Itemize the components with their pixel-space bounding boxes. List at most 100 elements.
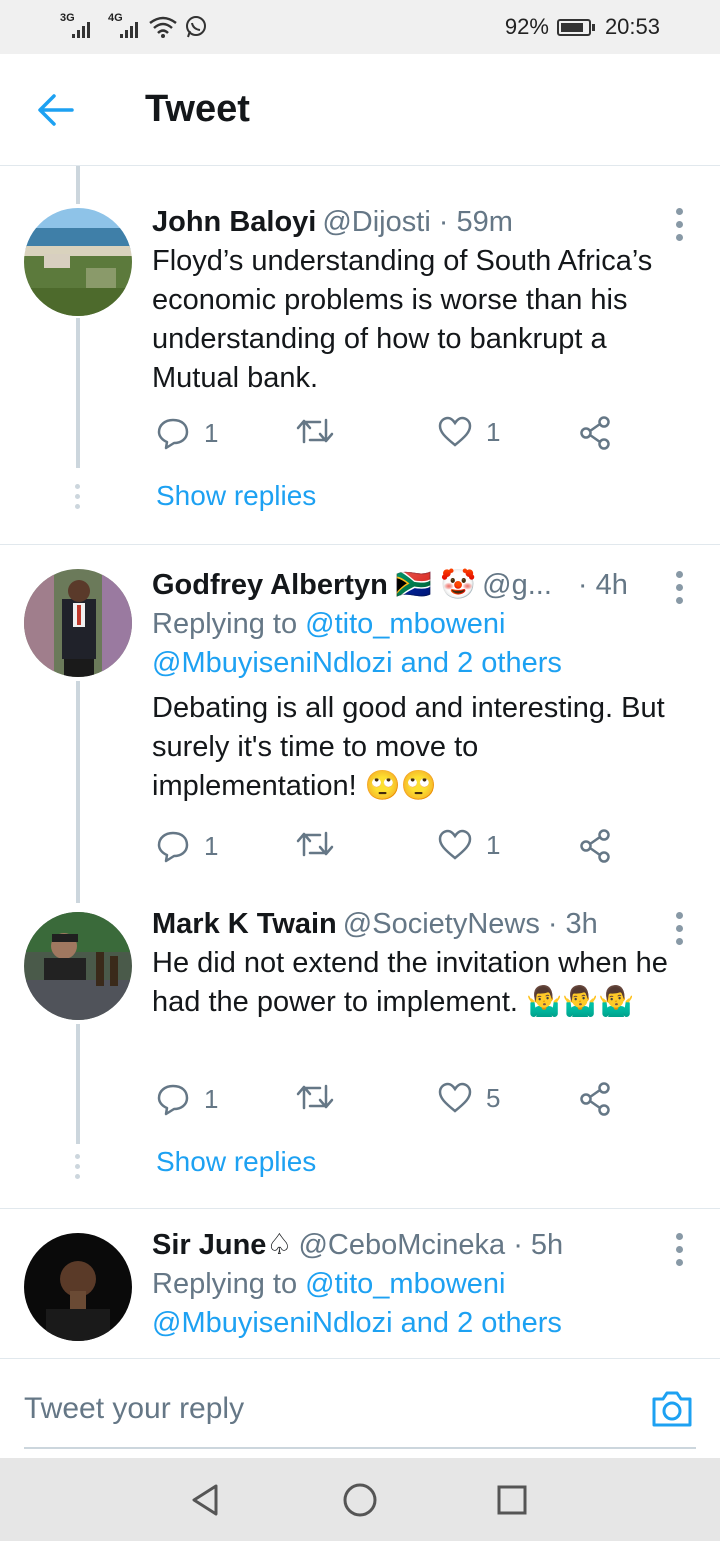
author-handle[interactable]: @CeboMcineka	[298, 1225, 505, 1265]
author-handle[interactable]: @SocietyNews	[343, 904, 540, 944]
replying-to-label: Replying to	[152, 1268, 298, 1300]
tweet-content: Godfrey Albertyn 🇿🇦 🤡 @g... · 4h Replyin…	[152, 565, 690, 806]
thread-dots	[75, 484, 81, 509]
share-button[interactable]	[578, 416, 612, 450]
tweet-time: · 3h	[547, 908, 598, 940]
tweet-card[interactable]: Sir June♤ @CeboMcineka · 5h Replying to …	[0, 1209, 720, 1357]
retweet-button[interactable]	[296, 829, 334, 859]
like-button[interactable]: 1	[438, 416, 500, 448]
more-options-icon[interactable]	[676, 1233, 684, 1266]
reply-count: 1	[204, 1083, 219, 1114]
show-replies-link[interactable]: Show replies	[156, 1146, 316, 1178]
thread-dots	[75, 1154, 81, 1179]
tweet-content: Mark K Twain @SocietyNews · 3h He did no…	[152, 904, 690, 1022]
thread-line	[76, 681, 80, 903]
recents-square-icon[interactable]	[492, 1480, 532, 1520]
replying-to: Replying to @tito_mboweni @MbuyiseniNdlo…	[152, 605, 690, 683]
heart-icon	[438, 1082, 472, 1113]
tweet-meta: Sir June♤ @CeboMcineka · 5h	[152, 1225, 690, 1265]
avatar[interactable]	[24, 208, 132, 316]
tweet-time: · 5h	[513, 1229, 564, 1261]
heart-icon	[438, 829, 472, 860]
reply-icon	[157, 831, 189, 863]
whatsapp-icon	[186, 16, 206, 38]
avatar[interactable]	[24, 1233, 132, 1341]
clock: 20:53	[604, 14, 660, 39]
retweet-button[interactable]	[296, 1082, 334, 1112]
tweet-card[interactable]: Godfrey Albertyn 🇿🇦 🤡 @g... · 4h Replyin…	[0, 545, 720, 903]
avatar[interactable]	[24, 569, 132, 677]
share-button[interactable]	[578, 1082, 612, 1116]
reply-icon	[157, 1084, 189, 1116]
thread-line	[76, 318, 80, 468]
reply-button[interactable]: 1	[156, 829, 218, 863]
status-left: 3G 4G	[60, 12, 208, 39]
tweet-actions: 1 5	[156, 1082, 626, 1122]
like-button[interactable]: 1	[438, 829, 500, 861]
author-name[interactable]: John Baloyi	[152, 202, 316, 242]
status-bar: 3G 4G 92% 20:53	[0, 0, 720, 54]
status-right: 92% 20:53	[505, 14, 660, 40]
tweet-text: Floyd’s understanding of South Africa’s …	[152, 245, 653, 394]
tweet-card[interactable]: Mark K Twain @SocietyNews · 3h He did no…	[0, 890, 720, 1208]
tweet-time: · 4h	[577, 569, 628, 601]
reply-icon	[157, 418, 189, 450]
like-count: 5	[486, 1082, 501, 1113]
more-options-icon[interactable]	[676, 912, 684, 945]
more-options-icon[interactable]	[676, 571, 684, 604]
reply-input[interactable]	[24, 1387, 624, 1431]
replying-to-label: Replying to	[152, 608, 298, 640]
reply-count: 1	[204, 417, 219, 448]
tweet-content: John Baloyi @Dijosti · 59m Floyd’s under…	[152, 202, 690, 398]
network-type-1: 3G	[60, 12, 75, 24]
show-replies-link[interactable]: Show replies	[156, 480, 316, 512]
thread-line-top	[76, 166, 80, 204]
more-options-icon[interactable]	[676, 208, 684, 241]
tweet-content: Sir June♤ @CeboMcineka · 5h Replying to …	[152, 1225, 690, 1343]
like-count: 1	[486, 416, 501, 447]
thread-line	[76, 1024, 80, 1144]
retweet-icon	[296, 418, 334, 444]
tweet-text: He did not extend the invitation when he…	[152, 947, 668, 1018]
share-icon	[580, 416, 610, 450]
replying-to: Replying to @tito_mboweni @MbuyiseniNdlo…	[152, 1265, 690, 1343]
tweet-card[interactable]: John Baloyi @Dijosti · 59m Floyd’s under…	[0, 166, 720, 544]
signal-icon: 4G	[108, 12, 142, 38]
app-header: Tweet	[0, 54, 720, 166]
signal-icon: 3G	[60, 12, 94, 38]
battery-icon	[556, 18, 595, 36]
retweet-icon	[296, 1084, 334, 1110]
heart-icon	[438, 416, 472, 447]
tweet-text: Debating is all good and interesting. Bu…	[152, 692, 665, 802]
network-type-2: 4G	[108, 12, 123, 24]
reply-underline	[24, 1447, 696, 1449]
retweet-button[interactable]	[296, 416, 334, 446]
author-handle[interactable]: @Dijosti	[322, 202, 430, 242]
arrow-left-icon[interactable]	[34, 90, 78, 130]
author-name[interactable]: Sir June♤	[152, 1225, 292, 1265]
home-circle-icon[interactable]	[340, 1480, 380, 1520]
retweet-icon	[296, 831, 334, 857]
author-handle[interactable]: @g...	[482, 565, 552, 605]
back-triangle-icon[interactable]	[186, 1480, 226, 1520]
page-title: Tweet	[145, 88, 250, 130]
reply-button[interactable]: 1	[156, 1082, 218, 1116]
system-nav-bar	[0, 1458, 720, 1541]
tweet-meta: Godfrey Albertyn 🇿🇦 🤡 @g... · 4h	[152, 565, 690, 605]
share-button[interactable]	[578, 829, 612, 863]
tweet-actions: 1 1	[156, 416, 626, 456]
tweet-meta: Mark K Twain @SocietyNews · 3h	[152, 904, 690, 944]
wifi-icon	[149, 16, 177, 38]
tweet-actions: 1 1	[156, 829, 626, 869]
battery-percent: 92%	[504, 14, 549, 39]
avatar[interactable]	[24, 912, 132, 1020]
reply-button[interactable]: 1	[156, 416, 218, 450]
reply-count: 1	[204, 830, 219, 861]
camera-icon[interactable]	[650, 1389, 694, 1429]
tweet-meta: John Baloyi @Dijosti · 59m	[152, 202, 690, 242]
author-name[interactable]: Mark K Twain	[152, 904, 337, 944]
tweet-time: · 59m	[438, 206, 513, 238]
author-name[interactable]: Godfrey Albertyn 🇿🇦 🤡	[152, 565, 476, 605]
like-button[interactable]: 5	[438, 1082, 500, 1114]
like-count: 1	[486, 829, 501, 860]
